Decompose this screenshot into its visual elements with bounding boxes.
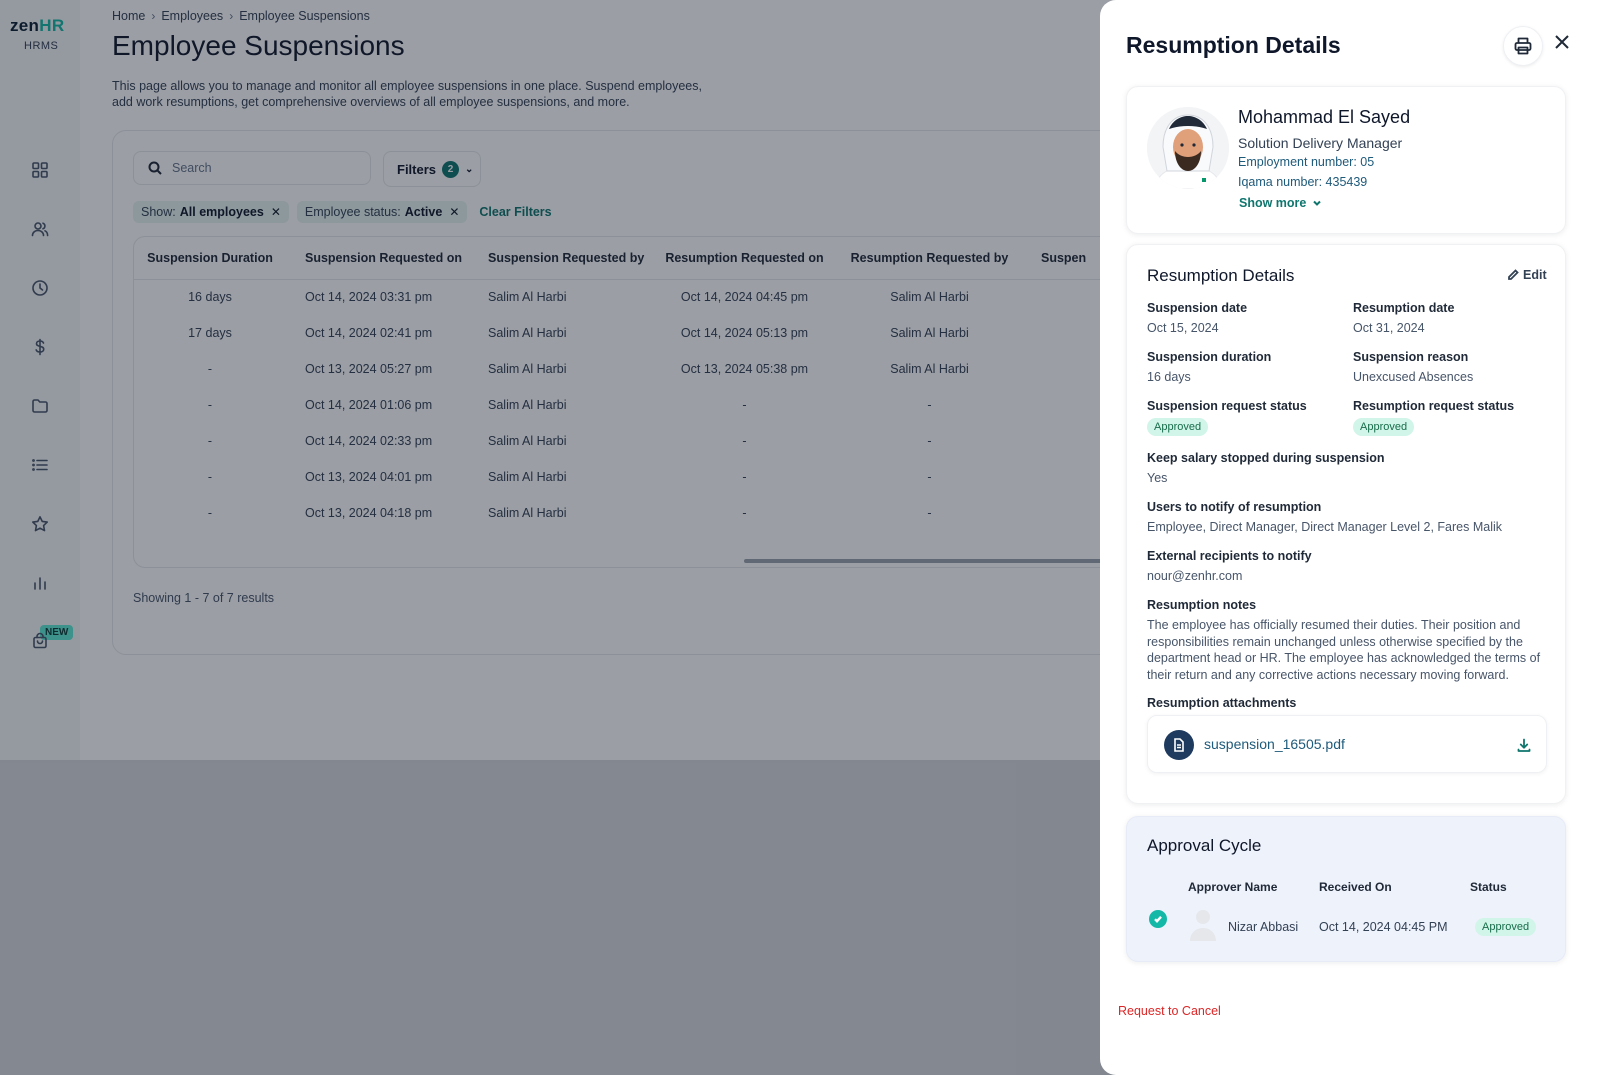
keep-salary-value: Yes	[1147, 471, 1168, 485]
drawer-title: Resumption Details	[1126, 32, 1341, 58]
attachments-label: Resumption attachments	[1147, 696, 1297, 710]
close-drawer-button[interactable]	[1552, 32, 1572, 52]
received-on: Oct 14, 2024 04:45 PM	[1319, 920, 1448, 934]
show-more-label: Show more	[1239, 196, 1307, 210]
edit-label: Edit	[1523, 268, 1547, 282]
suspension-status-label: Suspension request status	[1147, 399, 1307, 413]
edit-button[interactable]: Edit	[1507, 268, 1547, 282]
close-icon	[1555, 35, 1569, 49]
printer-icon	[1514, 37, 1532, 55]
employee-name: Mohammad El Sayed	[1238, 107, 1411, 127]
resumption-notes-label: Resumption notes	[1147, 598, 1257, 612]
approver-name: Nizar Abbasi	[1228, 920, 1299, 934]
suspension-date-value: Oct 15, 2024	[1147, 321, 1219, 335]
section-title: Resumption Details	[1147, 266, 1295, 285]
chevron-down-icon	[1313, 200, 1322, 206]
resumption-details-drawer: Resumption Details Mohammad El Sayed Sol…	[1100, 0, 1600, 1075]
resumption-date-value: Oct 31, 2024	[1353, 321, 1425, 335]
show-more-button[interactable]: Show more	[1239, 196, 1322, 210]
keep-salary-label: Keep salary stopped during suspension	[1147, 451, 1385, 465]
attachment-file-name[interactable]: suspension_16505.pdf	[1204, 736, 1345, 752]
suspension-reason-value: Unexcused Absences	[1353, 370, 1474, 384]
iqama-number: Iqama number: 435439	[1238, 175, 1368, 189]
col-received-on: Received On	[1319, 880, 1392, 894]
resumption-status-label: Resumption request status	[1353, 399, 1515, 413]
document-icon	[1164, 730, 1194, 760]
employee-role: Solution Delivery Manager	[1238, 135, 1403, 151]
resumption-notes-value: The employee has officially resumed thei…	[1147, 618, 1541, 682]
attachment-item[interactable]: suspension_16505.pdf	[1147, 715, 1547, 773]
suspension-date-label: Suspension date	[1147, 301, 1248, 315]
users-notify-label: Users to notify of resumption	[1147, 500, 1322, 514]
suspension-duration-label: Suspension duration	[1147, 350, 1272, 364]
resumption-date-label: Resumption date	[1353, 301, 1455, 315]
status-badge: Approved	[1353, 418, 1415, 436]
download-icon[interactable]	[1516, 737, 1532, 753]
status-badge: Approved	[1147, 418, 1209, 436]
employment-number: Employment number: 05	[1238, 155, 1375, 169]
user-placeholder-icon	[1188, 907, 1218, 941]
approval-cycle-panel: Approval Cycle Approver Name Received On…	[1126, 816, 1566, 962]
suspension-duration-value: 16 days	[1147, 370, 1191, 384]
users-notify-value: Employee, Direct Manager, Direct Manager…	[1147, 520, 1503, 534]
col-approver-name: Approver Name	[1188, 880, 1278, 894]
request-to-cancel-button[interactable]: Request to Cancel	[1118, 1004, 1221, 1018]
approval-cycle-title: Approval Cycle	[1147, 836, 1262, 855]
check-circle-icon	[1149, 910, 1167, 928]
print-button[interactable]	[1503, 26, 1543, 66]
resumption-details-panel: Resumption Details Edit Suspension date …	[1126, 244, 1566, 804]
col-status: Status	[1470, 880, 1507, 894]
status-badge: Approved	[1475, 918, 1537, 936]
external-recipients-label: External recipients to notify	[1147, 549, 1312, 563]
employee-avatar	[1147, 107, 1229, 189]
employee-card: Mohammad El Sayed Solution Delivery Mana…	[1126, 86, 1566, 234]
pencil-icon	[1508, 269, 1519, 280]
external-recipients-value: nour@zenhr.com	[1147, 569, 1243, 583]
suspension-reason-label: Suspension reason	[1353, 350, 1469, 364]
